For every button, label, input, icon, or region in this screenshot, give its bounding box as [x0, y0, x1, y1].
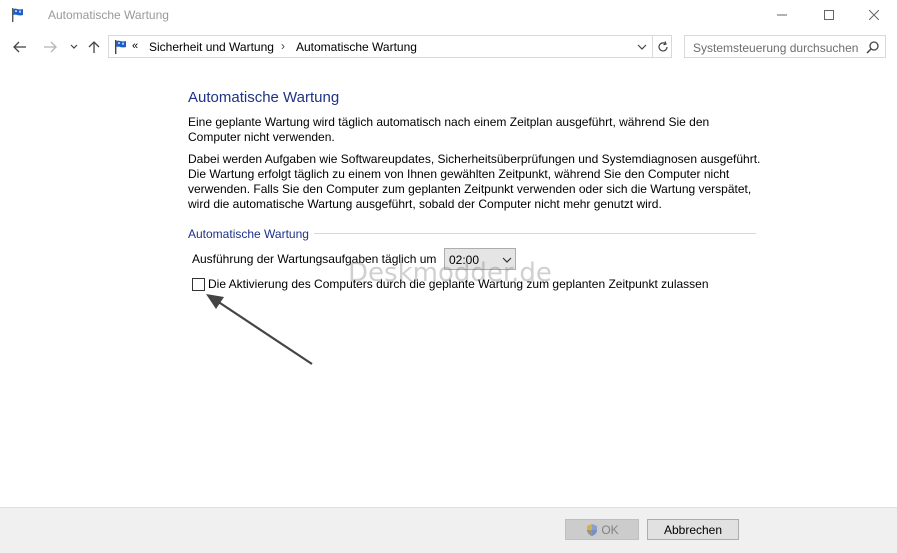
- up-button[interactable]: [84, 38, 104, 56]
- flag-icon: [10, 7, 26, 23]
- minimize-icon: [777, 14, 787, 16]
- arrow-left-icon: [13, 41, 26, 53]
- cancel-button[interactable]: Abbrechen: [647, 519, 739, 540]
- maximize-button[interactable]: [806, 0, 852, 30]
- annotation-arrow-icon: [206, 294, 313, 365]
- chevron-down-icon: [70, 44, 78, 49]
- navigation-bar: « Sicherheit und Wartung › Automatische …: [0, 30, 897, 64]
- title-bar: Automatische Wartung: [0, 0, 897, 30]
- ok-button[interactable]: OK: [565, 519, 639, 540]
- address-bar[interactable]: « Sicherheit und Wartung › Automatische …: [108, 35, 672, 58]
- minimize-button[interactable]: [759, 0, 805, 30]
- back-button[interactable]: [10, 38, 30, 56]
- breadcrumb-item-maintenance[interactable]: Automatische Wartung: [296, 40, 417, 54]
- uac-shield-icon: [587, 523, 598, 536]
- refresh-icon: [657, 40, 668, 51]
- arrow-right-icon: [44, 41, 57, 53]
- breadcrumb-item-security[interactable]: Sicherheit und Wartung: [149, 40, 274, 54]
- refresh-button[interactable]: [652, 36, 672, 57]
- chevron-down-icon: [637, 44, 647, 50]
- breadcrumb-overflow[interactable]: «: [132, 40, 138, 52]
- ok-button-label: OK: [601, 522, 619, 537]
- breadcrumb-separator[interactable]: ›: [281, 39, 285, 53]
- cancel-button-label: Abbrechen: [663, 522, 723, 537]
- arrow-up-icon: [88, 41, 100, 53]
- search-box[interactable]: Systemsteuerung durchsuchen: [684, 35, 886, 58]
- address-dropdown-button[interactable]: [634, 40, 650, 54]
- recent-locations-button[interactable]: [64, 38, 84, 56]
- description-paragraph-1: Eine geplante Wartung wird täglich autom…: [188, 115, 710, 144]
- window-title: Automatische Wartung: [48, 8, 169, 22]
- page-title: Automatische Wartung: [188, 89, 340, 106]
- dialog-footer: OK Abbrechen: [0, 507, 897, 553]
- description-paragraph-2: Dabei werden Aufgaben wie Softwareupdate…: [188, 152, 761, 211]
- section-divider: [314, 233, 756, 234]
- search-input[interactable]: Systemsteuerung durchsuchen: [693, 41, 858, 55]
- search-icon[interactable]: [866, 40, 880, 54]
- main-content: Automatische Wartung Eine geplante Wartu…: [0, 64, 897, 507]
- forward-button[interactable]: [40, 38, 60, 56]
- flag-icon: [113, 39, 129, 55]
- close-icon: [869, 10, 879, 20]
- section-heading: Automatische Wartung: [188, 227, 309, 241]
- close-button[interactable]: [851, 0, 897, 30]
- maximize-icon: [824, 10, 834, 20]
